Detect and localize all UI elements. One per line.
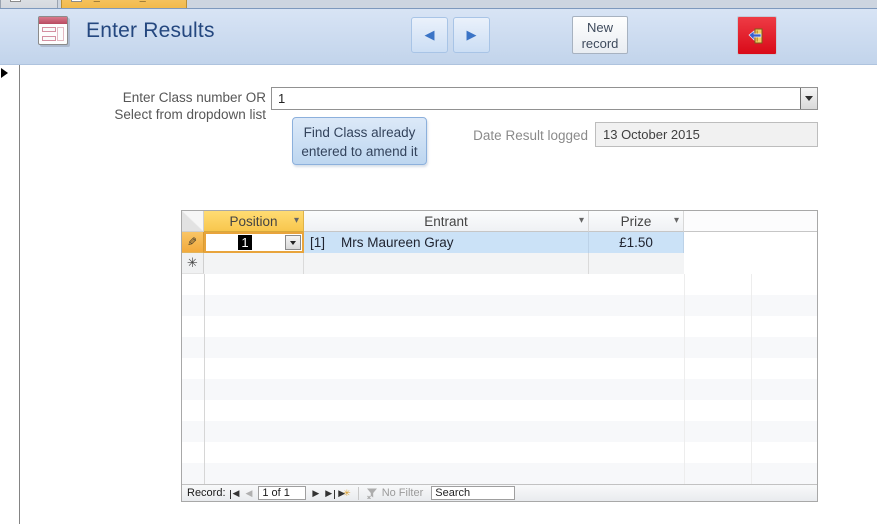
empty-rows-area <box>182 274 817 484</box>
asterisk-icon: ✳ <box>187 255 198 270</box>
new-record-selector[interactable]: ✳ <box>182 253 204 274</box>
access-window: Menu F_Results_Enter Enter Results ◀ ▶ N… <box>0 0 877 524</box>
form-header: Enter Results ◀ ▶ New record <box>0 9 877 65</box>
chevron-down-icon[interactable] <box>285 235 301 250</box>
expand-nav-pane-icon[interactable] <box>1 68 8 78</box>
column-header-blank <box>684 211 817 232</box>
chevron-down-icon[interactable]: ▾ <box>294 215 299 226</box>
form-window-icon <box>38 16 68 45</box>
close-form-button[interactable] <box>737 16 777 55</box>
no-filter-button[interactable]: No Filter <box>366 487 423 499</box>
column-header-prize[interactable]: Prize ▾ <box>589 211 684 232</box>
exit-door-icon <box>748 28 763 43</box>
column-header-position[interactable]: Position ▾ <box>204 211 304 232</box>
pencil-icon: ✎ <box>187 235 198 249</box>
tab-f-results-enter[interactable]: F_Results_Enter <box>61 0 187 8</box>
filter-icon <box>366 488 377 499</box>
record-count-box[interactable]: 1 of 1 <box>258 486 307 500</box>
find-class-button[interactable]: Find Class already entered to amend it <box>292 117 427 165</box>
form-icon <box>71 0 82 2</box>
next-record-button[interactable]: ▶ <box>453 17 490 53</box>
class-number-combobox <box>271 87 818 110</box>
tab-active-label: F_Results_Enter <box>87 0 174 3</box>
search-input[interactable] <box>431 486 516 500</box>
new-record-button[interactable]: New record <box>572 16 628 54</box>
form-icon <box>10 0 21 2</box>
position-value: 1 <box>206 235 284 250</box>
tab-menu-label: Menu <box>26 0 54 3</box>
record-selector-editing[interactable]: ✎ <box>182 232 204 253</box>
page-title: Enter Results <box>86 19 215 42</box>
date-logged-field: 13 October 2015 <box>595 122 818 147</box>
chevron-down-icon[interactable]: ▾ <box>674 215 679 226</box>
entrant-name: Mrs Maureen Gray <box>341 235 454 250</box>
entrant-ref: [1] <box>310 235 326 250</box>
navigation-pane-collapsed <box>0 65 20 524</box>
document-tab-strip: Menu F_Results_Enter <box>0 0 877 9</box>
prize-cell[interactable]: £1.50 <box>589 232 684 253</box>
right-arrow-icon: ▶ <box>466 27 477 42</box>
chevron-down-icon[interactable] <box>800 88 817 109</box>
class-number-input[interactable] <box>272 88 800 109</box>
next-record-button[interactable]: ▶ <box>309 488 322 499</box>
record-navigation-bar: Record: ◀ ◀ 1 of 1 ▶ ▶ ▶ ✳ No Filter <box>182 484 817 501</box>
entrant-cell[interactable]: [1] Mrs Maureen Gray <box>304 232 589 253</box>
previous-record-button[interactable]: ◀ <box>242 488 255 499</box>
new-record-row[interactable] <box>204 253 684 274</box>
column-header-entrant[interactable]: Entrant ▾ <box>304 211 589 232</box>
last-record-button[interactable]: ▶ <box>322 488 336 499</box>
first-record-button[interactable]: ◀ <box>229 488 243 499</box>
chevron-down-icon[interactable]: ▾ <box>579 215 584 226</box>
previous-record-button[interactable]: ◀ <box>411 17 448 53</box>
position-cell-combobox[interactable]: 1 <box>204 232 304 253</box>
tab-menu[interactable]: Menu <box>0 0 58 8</box>
new-record-star-icon: ✳ <box>343 487 351 498</box>
class-number-label: Enter Class number OR Select from dropdo… <box>114 90 266 122</box>
select-all-corner[interactable] <box>182 211 204 232</box>
results-datasheet: Position ▾ Entrant ▾ Prize ▾ ✎ 1 [1] Mrs… <box>181 210 818 502</box>
left-arrow-icon: ◀ <box>424 27 435 42</box>
date-logged-label: Date Result logged <box>473 128 588 143</box>
record-label: Record: <box>187 487 226 499</box>
